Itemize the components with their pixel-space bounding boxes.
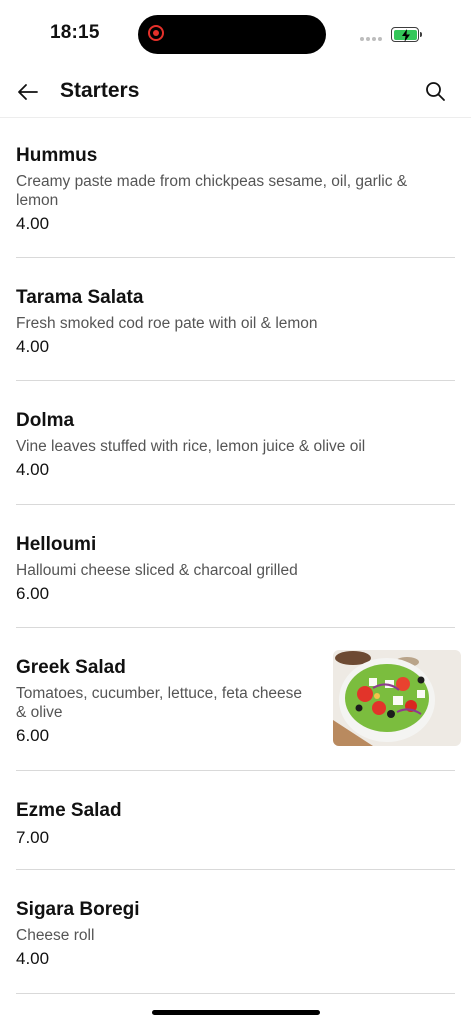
item-description: Halloumi cheese sliced & charcoal grille… [16, 562, 298, 579]
item-description: Creamy paste made from chickpeas sesame,… [16, 173, 408, 209]
back-arrow-icon[interactable] [16, 80, 40, 104]
status-time: 18:15 [50, 22, 100, 43]
page-title: Starters [60, 79, 140, 102]
status-bar: 18:15 [0, 0, 471, 70]
item-description: Tomatoes, cucumber, lettuce, feta cheese… [16, 685, 303, 721]
item-description: Vine leaves stuffed with rice, lemon jui… [16, 438, 366, 455]
item-price: 6.00 [16, 584, 50, 603]
menu-item-greek-salad[interactable]: Greek Salad Tomatoes, cucumber, lettuce,… [16, 628, 461, 771]
item-name: Hummus [16, 145, 98, 166]
dynamic-island [138, 15, 326, 54]
item-price: 7.00 [16, 828, 50, 847]
menu-item-tarama-salata[interactable]: Tarama Salata Fresh smoked cod roe pate … [16, 258, 455, 381]
menu-item-sigara-boregi[interactable]: Sigara Boregi Cheese roll 4.00 [16, 870, 455, 994]
menu-item-helloumi[interactable]: Helloumi Halloumi cheese sliced & charco… [16, 505, 455, 628]
item-name: Sigara Boregi [16, 899, 140, 920]
menu-item-hummus[interactable]: Hummus Creamy paste made from chickpeas … [16, 118, 455, 258]
item-name: Tarama Salata [16, 287, 144, 308]
greek-salad-photo [333, 650, 461, 746]
top-app-bar: Starters [0, 70, 471, 118]
signal-icon [360, 37, 382, 41]
charging-bolt-icon [401, 28, 410, 42]
item-price: 4.00 [16, 460, 50, 479]
item-price: 4.00 [16, 949, 50, 968]
home-indicator[interactable] [152, 1010, 320, 1015]
item-description: Fresh smoked cod roe pate with oil & lem… [16, 315, 318, 332]
item-name: Dolma [16, 410, 75, 431]
item-description: Cheese roll [16, 927, 95, 944]
item-price: 4.00 [16, 337, 50, 356]
search-icon[interactable] [423, 79, 447, 103]
recording-icon [148, 25, 164, 41]
item-price: 4.00 [16, 214, 50, 233]
menu-item-dolma[interactable]: Dolma Vine leaves stuffed with rice, lem… [16, 381, 455, 505]
battery-icon [391, 27, 422, 42]
menu-item-ezme-salad[interactable]: Ezme Salad 7.00 [16, 771, 455, 870]
item-name: Helloumi [16, 534, 97, 555]
item-name: Ezme Salad [16, 800, 122, 821]
menu-list: Hummus Creamy paste made from chickpeas … [0, 118, 471, 994]
